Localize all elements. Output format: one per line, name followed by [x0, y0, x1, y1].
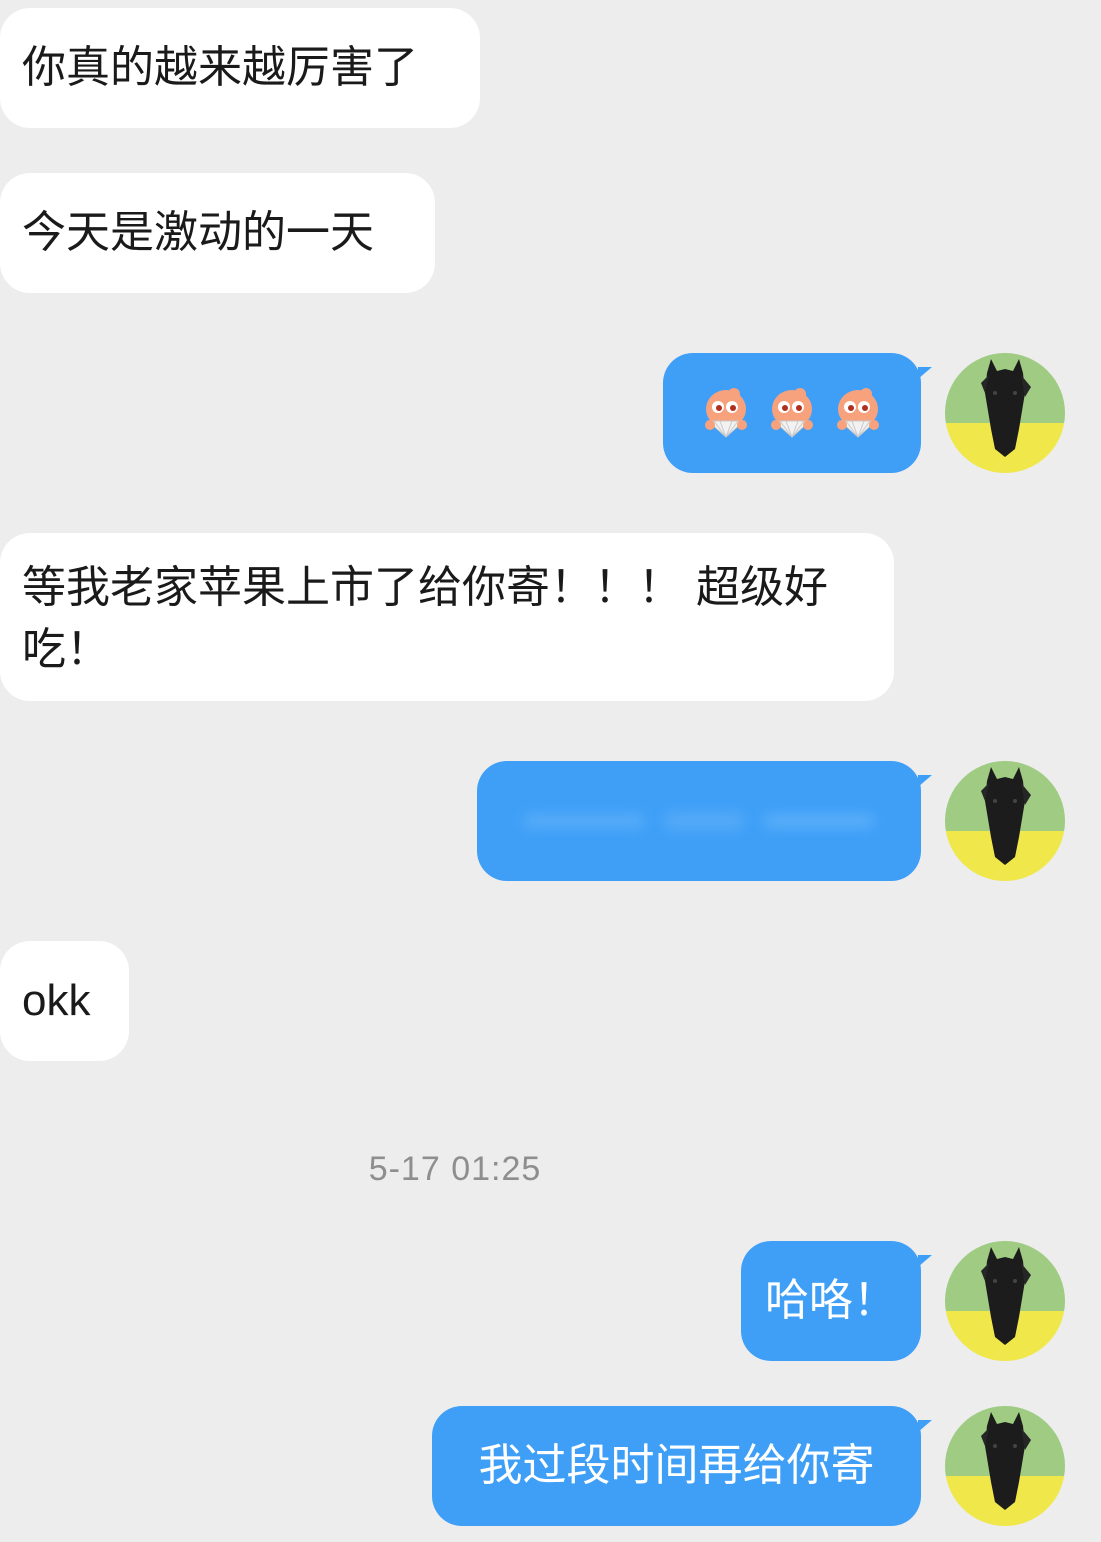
- outgoing-blurred-message-bubble[interactable]: [477, 761, 932, 881]
- outgoing-emoji-bubble[interactable]: [663, 353, 932, 473]
- horse-avatar-icon[interactable]: [945, 1241, 1065, 1361]
- message-text: okk: [22, 976, 91, 1025]
- message-text: 今天是激动的一天: [22, 207, 374, 258]
- horse-avatar-icon[interactable]: [945, 353, 1065, 473]
- horse-avatar-icon[interactable]: [945, 761, 1065, 881]
- message-text: 哈咯！: [765, 1275, 897, 1326]
- fan-face-emoji-icon: [837, 388, 879, 438]
- blurred-content: [524, 812, 874, 830]
- outgoing-message-bubble[interactable]: 哈咯！: [741, 1241, 932, 1361]
- fan-face-emoji-icon: [705, 388, 747, 438]
- chat-view: 你真的越来越厉害了 今天是激动的一天 等我老家苹果上市了给你寄！！！ 超级好吃！…: [0, 0, 1101, 1542]
- incoming-message-bubble[interactable]: 等我老家苹果上市了给你寄！！！ 超级好吃！: [0, 533, 894, 701]
- incoming-message-bubble[interactable]: 你真的越来越厉害了: [0, 8, 480, 128]
- incoming-message-bubble[interactable]: okk: [0, 941, 129, 1061]
- incoming-message-bubble[interactable]: 今天是激动的一天: [0, 173, 435, 293]
- fan-face-emoji-icon: [771, 388, 813, 438]
- horse-avatar-icon[interactable]: [945, 1406, 1065, 1526]
- message-timestamp: 5-17 01:25: [368, 1150, 542, 1188]
- message-text: 等我老家苹果上市了给你寄！！！ 超级好吃！: [22, 562, 828, 675]
- emoji-row: [700, 385, 884, 441]
- outgoing-message-bubble[interactable]: 我过段时间再给你寄: [432, 1406, 932, 1526]
- message-text: 我过段时间再给你寄: [478, 1440, 875, 1491]
- message-text: 你真的越来越厉害了: [22, 42, 418, 93]
